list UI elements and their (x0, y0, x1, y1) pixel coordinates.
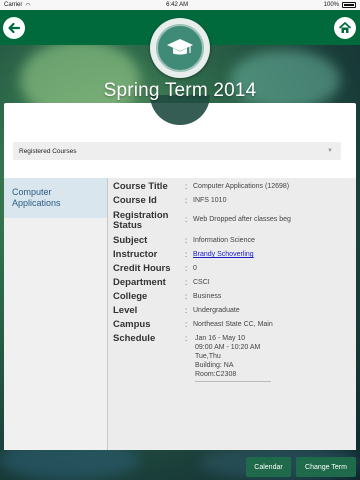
campus-value: Northeast State CC, Main (193, 321, 273, 328)
detail-row-course-title: Course Title: Computer Applications (126… (113, 181, 290, 192)
graduation-cap-icon (167, 39, 193, 55)
back-arrow-icon (8, 22, 21, 34)
subject-value: Information Science (193, 237, 255, 244)
schedule-value: Jan 16 - May 10 09:00 AM - 10:20 AM Tue,… (193, 334, 271, 382)
course-content: Computer Applications Course Title: Comp… (4, 178, 356, 450)
battery-percent: 100% (323, 2, 339, 8)
change-term-button[interactable]: Change Term (296, 457, 356, 477)
detail-row-credit-hours: Credit Hours: 0 (113, 263, 197, 274)
clock: 6:42 AM (166, 2, 189, 8)
status-bar: Carrier ◠ 6:42 AM 100% (0, 0, 360, 10)
detail-row-schedule: Schedule: Jan 16 - May 10 09:00 AM - 10:… (113, 334, 353, 382)
course-type-select[interactable]: Registered Courses ▼ (13, 142, 341, 160)
select-value: Registered Courses (19, 147, 77, 155)
level-value: Undergraduate (193, 307, 240, 314)
wifi-icon: ◠ (25, 2, 31, 9)
course-list-item-label: Computer Applications (12, 187, 61, 208)
detail-row-registration-status: Registration Status: Web Dropped after c… (113, 210, 291, 231)
course-details: Course Title: Computer Applications (126… (108, 178, 356, 450)
calendar-button[interactable]: Calendar (246, 457, 291, 477)
course-list: Computer Applications (4, 178, 108, 450)
detail-row-campus: Campus: Northeast State CC, Main (113, 319, 273, 330)
detail-row-department: Department: CSCI (113, 277, 210, 288)
detail-row-course-id: Course Id: INFS 1010 (113, 195, 227, 206)
course-title-value: Computer Applications (12698) (193, 183, 290, 190)
course-list-item[interactable]: Computer Applications (4, 178, 107, 218)
instructor-link[interactable]: Brandy Schoverling (193, 251, 254, 258)
detail-row-subject: Subject: Information Science (113, 235, 255, 246)
carrier-label: Carrier (4, 2, 23, 8)
app-logo (150, 18, 210, 78)
battery-icon (342, 2, 356, 8)
registration-status-value: Web Dropped after classes beg (193, 216, 291, 223)
detail-row-level: Level: Undergraduate (113, 305, 240, 316)
detail-row-college: College: Business (113, 291, 222, 302)
home-button[interactable] (334, 17, 356, 39)
credit-hours-value: 0 (193, 265, 197, 272)
department-value: CSCI (193, 279, 210, 286)
back-button[interactable] (3, 17, 25, 39)
schedule-divider (195, 381, 271, 382)
college-value: Business (193, 293, 222, 300)
chevron-down-icon: ▼ (327, 148, 333, 154)
course-id-value: INFS 1010 (193, 197, 227, 204)
home-icon (338, 22, 352, 33)
detail-row-instructor: Instructor: Brandy Schoverling (113, 249, 254, 260)
page-title: Spring Term 2014 (103, 80, 257, 101)
